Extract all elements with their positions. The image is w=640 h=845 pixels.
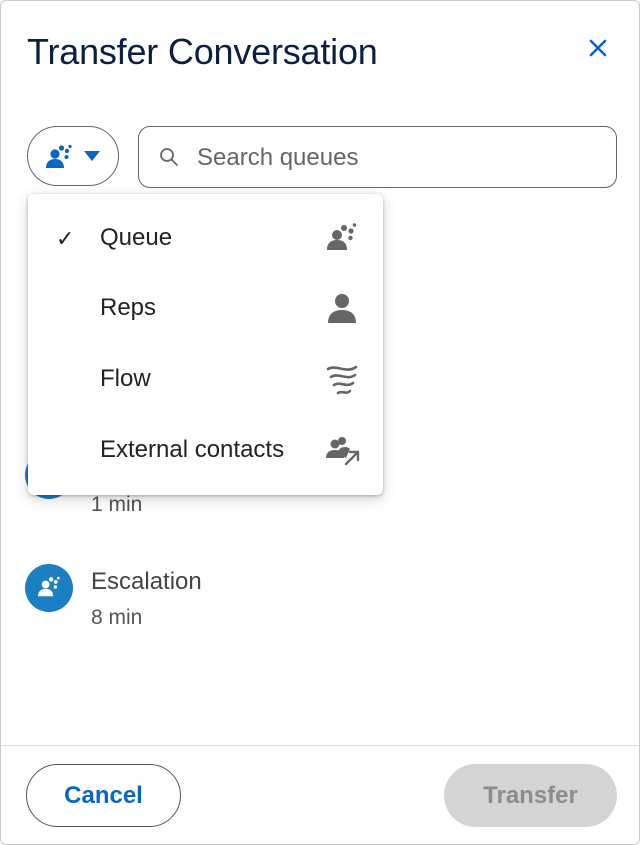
queue-icon [46, 144, 72, 168]
caret-down-icon [84, 151, 100, 161]
menu-item-label: Queue [100, 224, 173, 251]
menu-item-queue[interactable]: ✓ Queue [28, 204, 383, 274]
dialog-title: Transfer Conversation [27, 31, 378, 72]
search-icon [160, 148, 178, 166]
person-icon [328, 294, 356, 323]
menu-item-label: External contacts [100, 436, 285, 463]
queue-wait-time: 8 min [91, 606, 143, 629]
close-icon [589, 39, 607, 57]
queue-name: Escalation [91, 568, 202, 595]
menu-item-reps[interactable]: Reps [28, 274, 383, 344]
queue-avatar [25, 564, 73, 612]
checkmark-icon: ✓ [56, 226, 75, 251]
queue-list-item[interactable]: Escalation 8 min [25, 564, 585, 644]
menu-item-label: Flow [100, 365, 151, 392]
transfer-button[interactable]: Transfer [444, 764, 617, 827]
queue-wait-time: 1 min [91, 493, 143, 516]
queue-icon [38, 576, 60, 597]
search-box [138, 126, 617, 188]
menu-item-label: Reps [100, 294, 157, 321]
flow-icon [326, 365, 358, 395]
footer-divider [1, 745, 639, 746]
queue-icon [327, 223, 357, 250]
menu-item-external-contacts[interactable]: External contacts [28, 416, 383, 486]
transfer-type-menu: ✓ Queue Reps Flow External contacts [28, 194, 383, 495]
transfer-dialog: Transfer Conversation ✓ Queue [0, 0, 640, 845]
search-input[interactable] [195, 137, 599, 179]
cancel-button[interactable]: Cancel [26, 764, 181, 827]
close-button[interactable] [583, 33, 613, 63]
menu-item-flow[interactable]: Flow [28, 345, 383, 415]
transfer-type-dropdown[interactable] [27, 126, 119, 186]
external-contacts-icon [326, 437, 360, 466]
